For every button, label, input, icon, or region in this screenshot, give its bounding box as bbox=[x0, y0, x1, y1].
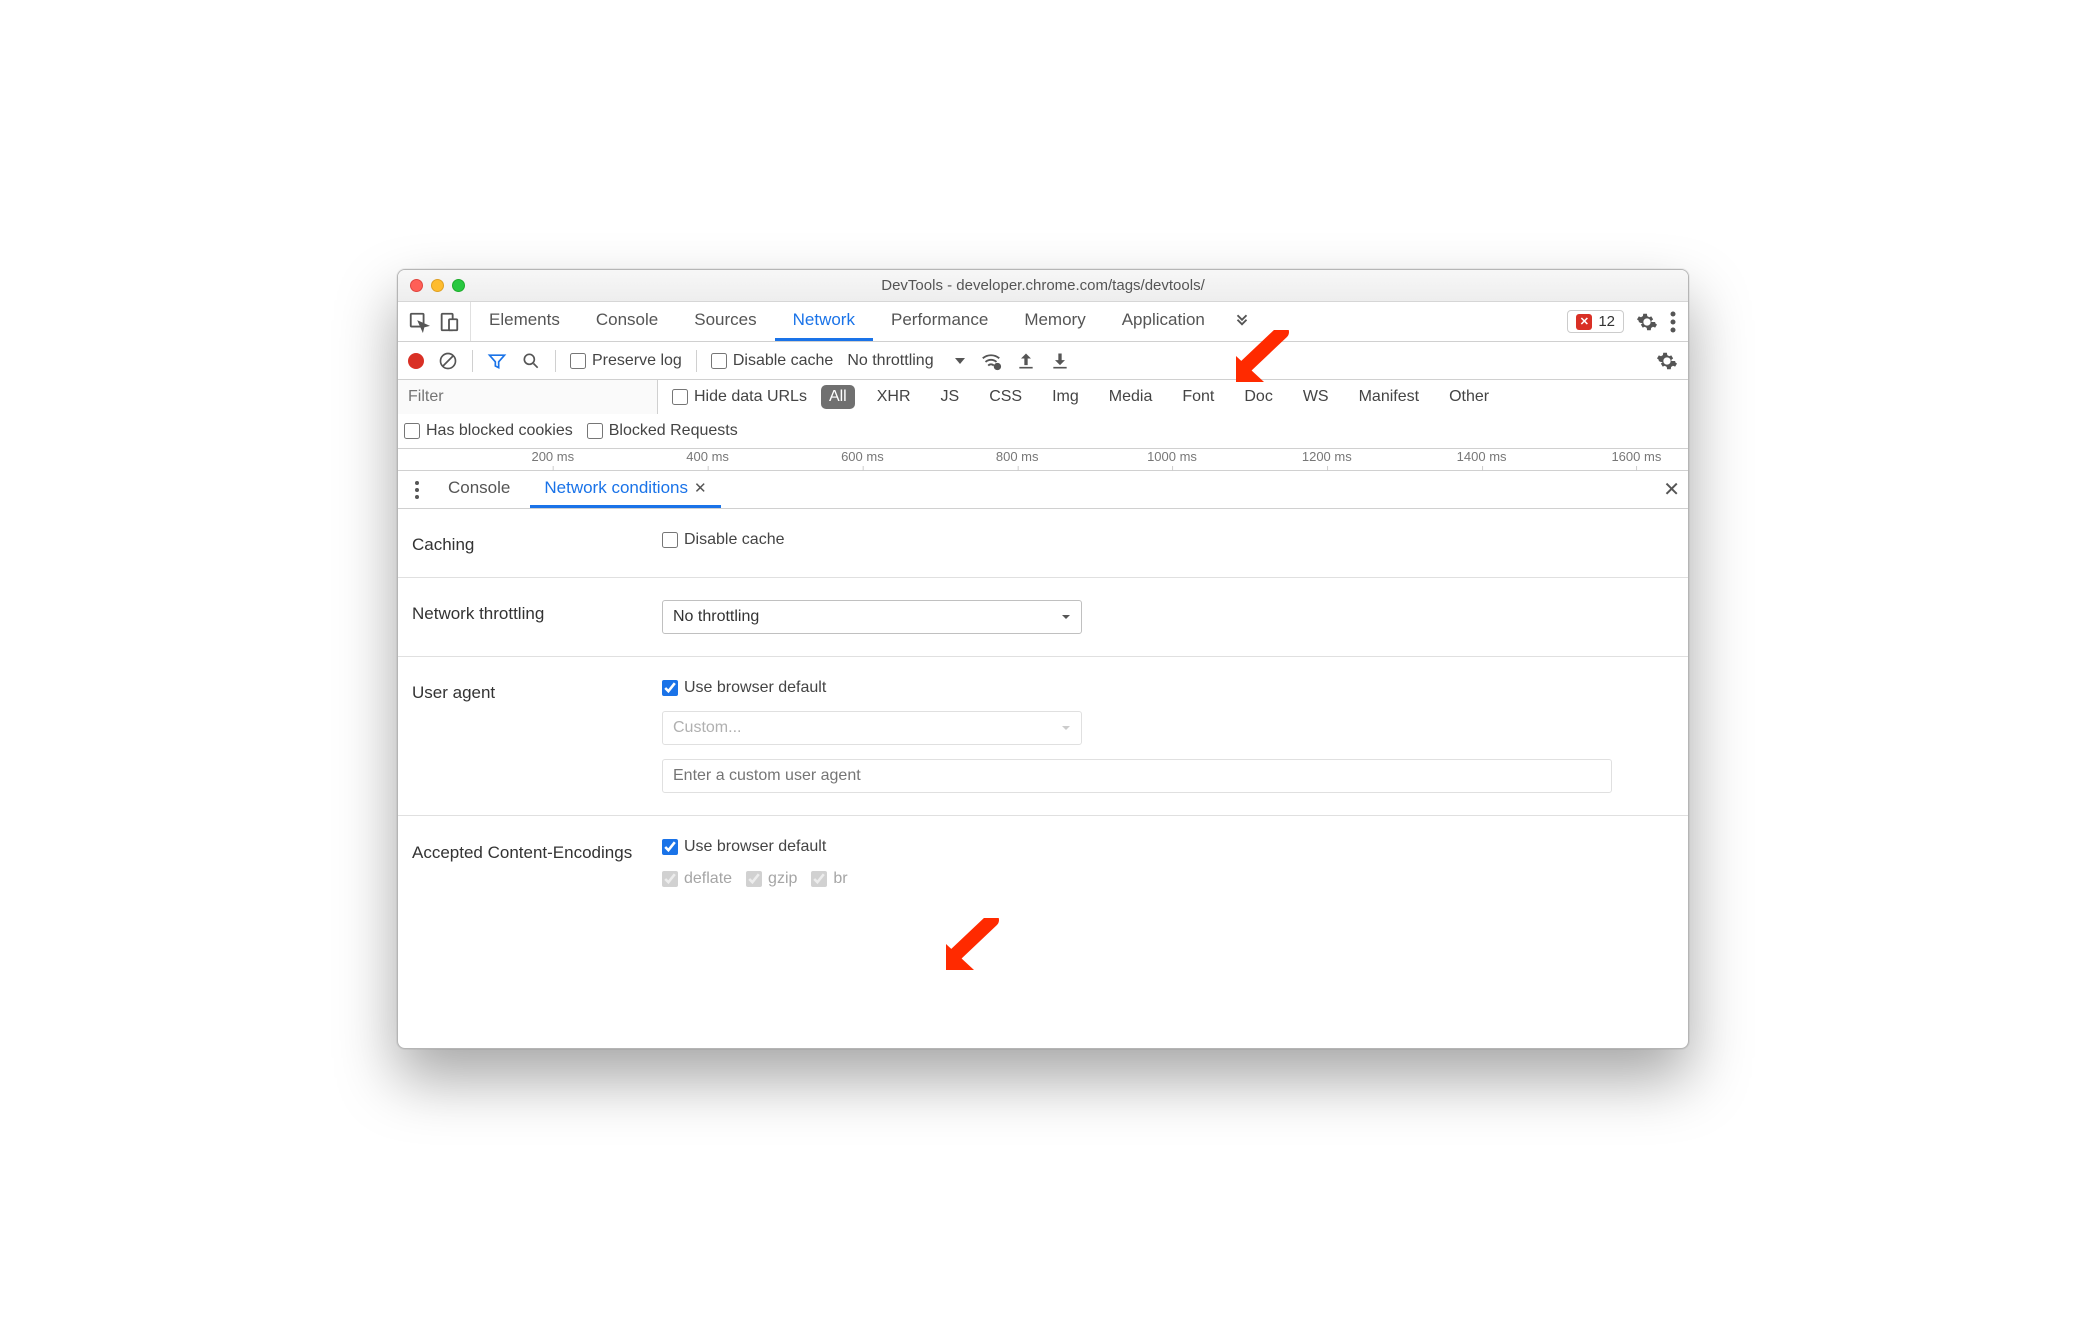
tab-sources[interactable]: Sources bbox=[676, 302, 774, 341]
device-toolbar-icon[interactable] bbox=[438, 311, 460, 333]
section-encodings: Accepted Content-Encodings Use browser d… bbox=[398, 816, 1688, 910]
encoding-gzip-checkbox: gzip bbox=[746, 870, 797, 888]
blocked-requests-checkbox[interactable]: Blocked Requests bbox=[587, 422, 738, 440]
section-caching: Caching Disable cache bbox=[398, 509, 1688, 578]
close-drawer-tab-icon[interactable]: ✕ bbox=[694, 479, 707, 497]
main-tabs-row: Elements Console Sources Network Perform… bbox=[398, 302, 1688, 342]
encodings-label: Accepted Content-Encodings bbox=[412, 838, 662, 888]
type-filter-js[interactable]: JS bbox=[933, 385, 968, 409]
ua-use-default-checkbox[interactable]: Use browser default bbox=[662, 679, 1670, 697]
throttling-dropdown[interactable]: No throttling bbox=[847, 352, 965, 370]
ua-custom-select: Custom... bbox=[662, 711, 1082, 745]
tabs-overflow-button[interactable] bbox=[1223, 302, 1261, 341]
timeline-tick: 600 ms bbox=[841, 449, 884, 464]
filter-funnel-icon[interactable] bbox=[487, 351, 507, 371]
window-zoom-button[interactable] bbox=[452, 279, 465, 292]
network-conditions-icon[interactable] bbox=[980, 350, 1002, 372]
dropdown-caret-icon bbox=[1061, 612, 1071, 622]
traffic-lights bbox=[398, 279, 465, 292]
record-button[interactable] bbox=[408, 353, 424, 369]
filter-row: Hide data URLs All XHR JS CSS Img Media … bbox=[398, 380, 1688, 449]
type-filter-img[interactable]: Img bbox=[1044, 385, 1087, 409]
panel-settings-gear-icon[interactable] bbox=[1656, 350, 1678, 372]
encoding-br-checkbox: br bbox=[811, 870, 847, 888]
network-toolbar: Preserve log Disable cache No throttling bbox=[398, 342, 1688, 380]
error-count-badge[interactable]: ✕ 12 bbox=[1567, 310, 1624, 333]
timeline-tick: 800 ms bbox=[996, 449, 1039, 464]
ua-custom-input bbox=[662, 759, 1612, 793]
caching-label: Caching bbox=[412, 531, 662, 555]
type-filter-xhr[interactable]: XHR bbox=[869, 385, 919, 409]
type-filter-font[interactable]: Font bbox=[1174, 385, 1222, 409]
drawer-tab-network-conditions[interactable]: Network conditions ✕ bbox=[530, 471, 720, 508]
kebab-menu-icon[interactable] bbox=[1670, 311, 1676, 333]
drawer-tab-console[interactable]: Console bbox=[434, 471, 524, 508]
timeline-tick: 1000 ms bbox=[1147, 449, 1197, 464]
tab-application[interactable]: Application bbox=[1104, 302, 1223, 341]
type-filter-manifest[interactable]: Manifest bbox=[1351, 385, 1427, 409]
type-filter-media[interactable]: Media bbox=[1101, 385, 1161, 409]
has-blocked-cookies-checkbox[interactable]: Has blocked cookies bbox=[404, 422, 573, 440]
tab-performance[interactable]: Performance bbox=[873, 302, 1006, 341]
timeline-tick: 200 ms bbox=[531, 449, 574, 464]
tab-elements[interactable]: Elements bbox=[471, 302, 578, 341]
timeline-tick: 1600 ms bbox=[1611, 449, 1661, 464]
inspect-element-icon[interactable] bbox=[408, 311, 430, 333]
upload-har-icon[interactable] bbox=[1016, 351, 1036, 371]
section-user-agent: User agent Use browser default Custom... bbox=[398, 657, 1688, 816]
encoding-deflate-checkbox: deflate bbox=[662, 870, 732, 888]
drawer-tabs: Console Network conditions ✕ ✕ bbox=[398, 471, 1688, 509]
disable-cache-checkbox[interactable]: Disable cache bbox=[711, 352, 834, 370]
tab-network[interactable]: Network bbox=[775, 302, 873, 341]
dropdown-caret-icon bbox=[1061, 723, 1071, 733]
tab-console[interactable]: Console bbox=[578, 302, 676, 341]
timeline-tick: 1200 ms bbox=[1302, 449, 1352, 464]
window-title: DevTools - developer.chrome.com/tags/dev… bbox=[398, 277, 1688, 294]
throttling-select[interactable]: No throttling bbox=[662, 600, 1082, 634]
clear-icon[interactable] bbox=[438, 351, 458, 371]
devtools-window: DevTools - developer.chrome.com/tags/dev… bbox=[397, 269, 1689, 1049]
type-filter-all[interactable]: All bbox=[821, 385, 855, 409]
search-icon[interactable] bbox=[521, 351, 541, 371]
window-minimize-button[interactable] bbox=[431, 279, 444, 292]
error-icon: ✕ bbox=[1576, 314, 1592, 330]
throttling-label: Network throttling bbox=[412, 600, 662, 634]
encodings-use-default-checkbox[interactable]: Use browser default bbox=[662, 838, 1670, 856]
type-filter-other[interactable]: Other bbox=[1441, 385, 1497, 409]
timeline-ruler[interactable]: 200 ms 400 ms 600 ms 800 ms 1000 ms 1200… bbox=[398, 449, 1688, 471]
filter-input[interactable] bbox=[398, 380, 658, 414]
section-throttling: Network throttling No throttling bbox=[398, 578, 1688, 657]
window-close-button[interactable] bbox=[410, 279, 423, 292]
dropdown-caret-icon bbox=[954, 355, 966, 367]
error-count: 12 bbox=[1598, 313, 1615, 330]
type-filter-css[interactable]: CSS bbox=[981, 385, 1030, 409]
preserve-log-checkbox[interactable]: Preserve log bbox=[570, 352, 682, 370]
network-conditions-panel: Caching Disable cache Network throttling… bbox=[398, 509, 1688, 1048]
download-har-icon[interactable] bbox=[1050, 351, 1070, 371]
tab-memory[interactable]: Memory bbox=[1006, 302, 1103, 341]
drawer-kebab-icon[interactable] bbox=[406, 481, 428, 499]
titlebar: DevTools - developer.chrome.com/tags/dev… bbox=[398, 270, 1688, 302]
type-filter-ws[interactable]: WS bbox=[1295, 385, 1337, 409]
user-agent-label: User agent bbox=[412, 679, 662, 793]
caching-disable-cache-checkbox[interactable]: Disable cache bbox=[662, 531, 1670, 549]
timeline-tick: 1400 ms bbox=[1457, 449, 1507, 464]
hide-data-urls-checkbox[interactable]: Hide data URLs bbox=[672, 388, 807, 406]
settings-gear-icon[interactable] bbox=[1636, 311, 1658, 333]
timeline-tick: 400 ms bbox=[686, 449, 729, 464]
type-filter-doc[interactable]: Doc bbox=[1236, 385, 1280, 409]
drawer-close-button[interactable]: ✕ bbox=[1663, 477, 1680, 502]
